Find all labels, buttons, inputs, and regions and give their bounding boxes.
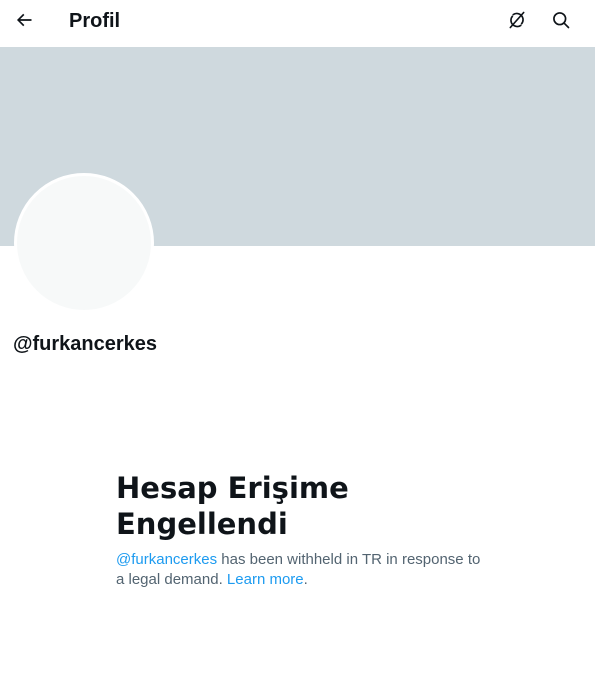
profile-handle: @furkancerkes — [13, 333, 158, 355]
withheld-period: . — [303, 571, 308, 588]
withheld-notice: Hesap Erişime Engellendi @furkancerkes h… — [116, 470, 486, 590]
withheld-title: Hesap Erişime Engellendi — [116, 471, 349, 541]
mention-link[interactable]: @furkancerkes — [116, 551, 217, 568]
search-icon — [551, 10, 571, 35]
search-button[interactable] — [543, 4, 579, 40]
arrow-left-icon — [14, 10, 34, 35]
avatar[interactable] — [14, 173, 154, 313]
page-title: Profil — [69, 10, 121, 32]
learn-more-link[interactable]: Learn more — [227, 571, 304, 588]
grok-button[interactable] — [499, 4, 535, 40]
top-bar: Profil — [0, 0, 595, 46]
back-button[interactable] — [6, 4, 42, 40]
grok-icon — [507, 10, 527, 35]
withheld-message: @furkancerkes has been withheld in TR in… — [116, 550, 486, 590]
